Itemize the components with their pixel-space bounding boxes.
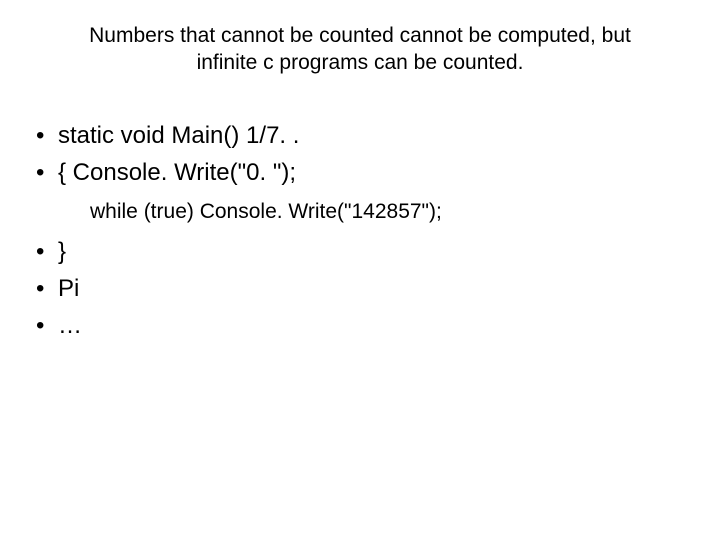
bullet-text: { Console. Write("0. "); <box>58 154 720 191</box>
bullet-text: Pi <box>58 270 720 307</box>
bullet-text: static void Main() 1/7. . <box>58 117 720 154</box>
bullet-item: • } <box>30 233 720 270</box>
bullet-dot-icon: • <box>30 233 58 270</box>
bullet-text: } <box>58 233 720 270</box>
bullet-item: • static void Main() 1/7. . <box>30 117 720 154</box>
title-line-1: Numbers that cannot be counted cannot be… <box>89 24 631 47</box>
title-line-2: infinite c programs can be counted. <box>197 51 524 74</box>
slide-body: • static void Main() 1/7. . • { Console.… <box>0 77 720 345</box>
bullet-dot-icon: • <box>30 117 58 154</box>
bullet-dot-icon: • <box>30 154 58 191</box>
bullet-item: • Pi <box>30 270 720 307</box>
slide: Numbers that cannot be counted cannot be… <box>0 0 720 540</box>
bullet-text: … <box>58 307 720 344</box>
bullet-item: • … <box>30 307 720 344</box>
sub-bullet-text: while (true) Console. Write("142857"); <box>30 195 720 229</box>
bullet-dot-icon: • <box>30 270 58 307</box>
bullet-dot-icon: • <box>30 307 58 344</box>
slide-title: Numbers that cannot be counted cannot be… <box>0 0 720 77</box>
bullet-item: • { Console. Write("0. "); <box>30 154 720 191</box>
